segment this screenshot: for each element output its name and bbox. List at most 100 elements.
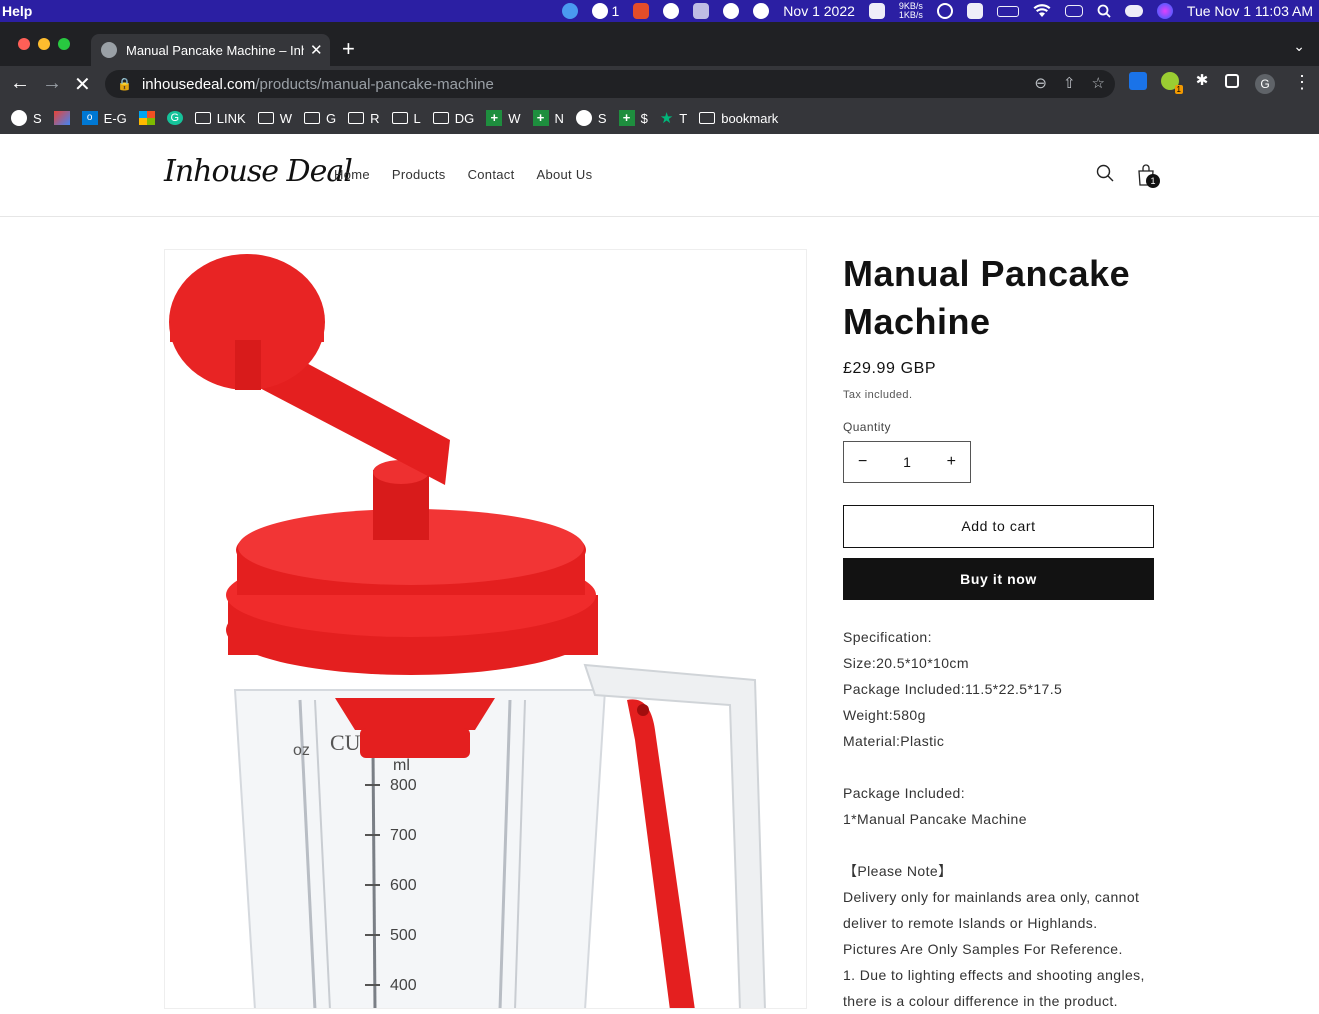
bookmark-item[interactable]: + W xyxy=(486,110,521,126)
browser-tab-active[interactable]: Manual Pancake Machine – Inhouse Deal ✕ xyxy=(91,34,330,66)
scale-label: 500 xyxy=(390,927,417,944)
bookmark-folder[interactable]: L xyxy=(391,111,421,126)
bookmark-item[interactable]: + $ xyxy=(618,110,648,126)
new-tab-button[interactable]: + xyxy=(342,36,355,62)
product-description: Specification: Size:20.5*10*10cm Package… xyxy=(843,624,1163,1014)
scale-label: 400 xyxy=(390,977,417,994)
bookmark-folder[interactable]: R xyxy=(348,111,380,126)
side-panel-icon[interactable] xyxy=(1225,74,1239,88)
window-zoom-button[interactable] xyxy=(58,38,70,50)
sheets-plus-icon: + xyxy=(618,110,635,126)
nav-products[interactable]: Products xyxy=(392,167,446,182)
quantity-increase-button[interactable]: + xyxy=(947,453,956,471)
product-info: Manual Pancake Machine £29.99 GBP Tax in… xyxy=(843,250,1163,1009)
wifi-icon[interactable] xyxy=(1033,0,1051,22)
cart-count-badge: 1 xyxy=(1146,174,1160,188)
desc-line: Package Included: xyxy=(843,785,965,801)
share-icon[interactable]: ⇧ xyxy=(1063,74,1076,92)
keyboard-icon[interactable] xyxy=(1064,0,1083,22)
sheets-plus-icon: + xyxy=(532,110,549,126)
profile-avatar[interactable]: G xyxy=(1255,74,1275,94)
omnibox-actions: ⊖ ⇧ ☆ xyxy=(1034,74,1105,92)
control-center-icon[interactable] xyxy=(1124,0,1143,22)
sheets-plus-icon: + xyxy=(486,110,503,126)
cat-icon[interactable] xyxy=(868,0,885,22)
scale-label: 700 xyxy=(390,827,417,844)
bookmark-folder[interactable]: LINK xyxy=(194,111,246,126)
scale-label: 600 xyxy=(390,877,417,894)
shortcut-icon[interactable] xyxy=(693,0,710,22)
qq-icon[interactable] xyxy=(663,0,680,22)
app-icon-orange[interactable] xyxy=(633,0,650,22)
stop-loading-icon[interactable]: ✕ xyxy=(74,72,91,97)
window-close-button[interactable] xyxy=(18,38,30,50)
window-minimize-button[interactable] xyxy=(38,38,50,50)
color-extension-icon[interactable]: 1 xyxy=(1161,72,1183,94)
bookmark-grammarly[interactable]: G xyxy=(166,111,183,125)
quantity-input[interactable]: 1 xyxy=(903,454,911,470)
wechat-icon[interactable]: 1 xyxy=(591,0,619,22)
bookmark-microsoft[interactable] xyxy=(138,111,155,125)
pancake-machine-image: 800 700 600 500 400 ml CUP oz xyxy=(169,254,766,1008)
nav-about-us[interactable]: About Us xyxy=(537,167,593,182)
desc-line: Material:Plastic xyxy=(843,733,945,749)
quantity-decrease-button[interactable]: − xyxy=(858,453,867,471)
extensions-area: 1 ✱ xyxy=(1129,72,1239,94)
scale-label: 800 xyxy=(390,777,417,794)
add-to-cart-button[interactable]: Add to cart xyxy=(843,505,1154,548)
menubar-date[interactable]: Nov 1 2022 xyxy=(783,3,855,19)
history-icon[interactable] xyxy=(936,0,953,22)
search-icon[interactable] xyxy=(1096,164,1114,182)
lock-icon[interactable]: 🔒 xyxy=(117,77,132,91)
address-bar[interactable]: 🔒 inhousedeal.com/products/manual-pancak… xyxy=(105,70,1115,98)
bookmark-gmail[interactable] xyxy=(53,111,70,125)
bookmark-folder[interactable]: DG xyxy=(432,111,474,126)
product-image[interactable]: 800 700 600 500 400 ml CUP oz xyxy=(164,249,807,1009)
spotlight-icon[interactable] xyxy=(1097,0,1111,22)
tab-search-chevron-icon[interactable]: ⌄ xyxy=(1293,38,1305,55)
menu-help[interactable]: Help xyxy=(2,3,32,19)
bookmarks-bar: S o E-G G LINK W G R L DG + W + N S + $ ★ T b… xyxy=(0,102,1319,134)
tax-note: Tax included. xyxy=(843,389,913,401)
siri-icon[interactable] xyxy=(1156,0,1173,22)
site-logo[interactable]: Inhouse Deal xyxy=(164,154,353,189)
network-speed: 9KB/s 1KB/s xyxy=(898,1,923,20)
desc-spacer xyxy=(843,754,1163,780)
download-extension-icon[interactable] xyxy=(1129,72,1147,90)
nav-home[interactable]: Home xyxy=(334,167,370,182)
bookmark-item[interactable]: S xyxy=(575,110,607,126)
compass-icon[interactable] xyxy=(753,0,770,22)
url-path: /products/manual-pancake-machine xyxy=(255,75,494,93)
tab-close-icon[interactable]: ✕ xyxy=(310,41,323,59)
battery-icon[interactable] xyxy=(996,0,1019,22)
browser-menu-icon[interactable]: ⋮ xyxy=(1293,72,1311,93)
bookmark-folder[interactable]: W xyxy=(257,111,292,126)
zoom-icon[interactable]: ⊖ xyxy=(1034,74,1047,92)
desc-line: 1. Due to lighting effects and shooting … xyxy=(843,967,1145,1009)
desc-line: Delivery only for mainlands area only, c… xyxy=(843,889,1140,931)
check-icon[interactable] xyxy=(723,0,740,22)
input-method-icon[interactable] xyxy=(966,0,983,22)
nav-contact[interactable]: Contact xyxy=(468,167,515,182)
outlook-icon: o xyxy=(81,111,98,125)
forward-arrow-icon[interactable]: → xyxy=(42,72,62,95)
desc-line: Size:20.5*10*10cm xyxy=(843,655,969,671)
bookmark-item[interactable]: ★ T xyxy=(660,109,687,127)
bookmark-star-icon[interactable]: ☆ xyxy=(1092,74,1105,92)
teamviewer-icon[interactable] xyxy=(561,0,578,22)
grammarly-icon: G xyxy=(166,111,183,125)
menubar-clock[interactable]: Tue Nov 1 11:03 AM xyxy=(1187,3,1313,19)
bookmark-item[interactable]: S xyxy=(11,110,42,126)
bookmark-item[interactable]: o E-G xyxy=(81,111,127,126)
folder-icon xyxy=(257,112,274,124)
buy-now-button[interactable]: Buy it now xyxy=(843,558,1154,600)
bookmark-item[interactable]: + N xyxy=(532,110,564,126)
back-arrow-icon[interactable]: ← xyxy=(10,72,30,95)
bookmark-folder[interactable]: G xyxy=(303,111,336,126)
site-nav: Home Products Contact About Us xyxy=(334,167,592,182)
bookmark-folder[interactable]: bookmark xyxy=(699,111,778,126)
puzzle-extensions-icon[interactable]: ✱ xyxy=(1193,72,1211,90)
desc-line: 1*Manual Pancake Machine xyxy=(843,811,1027,827)
tab-favicon-icon xyxy=(101,42,117,58)
extension-badge: 1 xyxy=(1174,85,1183,94)
